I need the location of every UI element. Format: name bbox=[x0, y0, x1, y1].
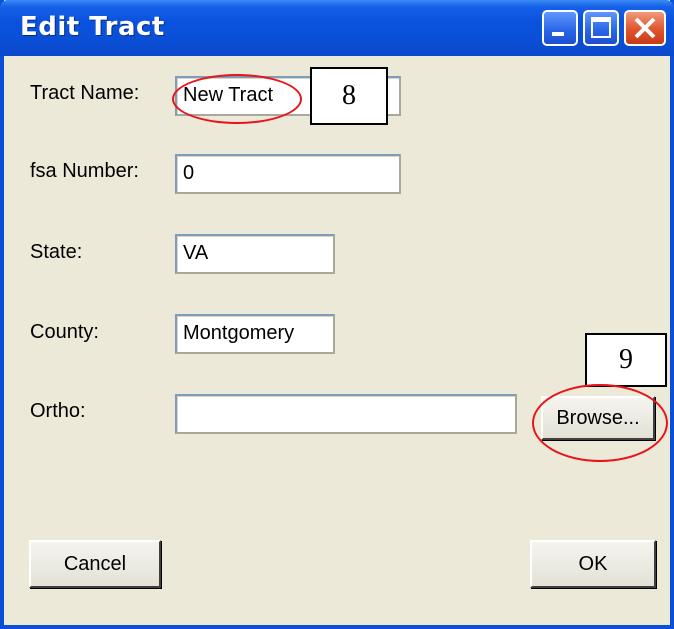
minimize-button[interactable] bbox=[542, 10, 578, 46]
county-field[interactable]: Montgomery bbox=[175, 314, 335, 354]
state-label: State: bbox=[30, 241, 83, 263]
window-title: Edit Tract bbox=[20, 12, 165, 42]
highlight-ellipse-tract-name bbox=[172, 74, 302, 124]
ortho-label: Ortho: bbox=[30, 400, 86, 422]
close-icon bbox=[634, 17, 656, 39]
fsa-number-field[interactable]: 0 bbox=[175, 154, 401, 194]
maximize-button[interactable] bbox=[583, 10, 619, 46]
ok-button[interactable]: OK bbox=[530, 540, 656, 588]
maximize-icon bbox=[591, 17, 611, 38]
fsa-number-label: fsa Number: bbox=[30, 160, 139, 182]
close-button[interactable] bbox=[624, 10, 666, 46]
state-field[interactable]: VA bbox=[175, 234, 335, 274]
callout-9: 9 bbox=[585, 333, 667, 387]
ortho-field[interactable] bbox=[175, 394, 517, 434]
county-label: County: bbox=[30, 321, 99, 343]
tract-name-label: Tract Name: bbox=[30, 82, 140, 104]
highlight-ellipse-browse bbox=[532, 384, 668, 462]
callout-8: 8 bbox=[310, 67, 388, 125]
cancel-button[interactable]: Cancel bbox=[29, 540, 161, 588]
title-bar[interactable]: Edit Tract bbox=[0, 0, 674, 56]
minimize-icon bbox=[552, 32, 564, 36]
